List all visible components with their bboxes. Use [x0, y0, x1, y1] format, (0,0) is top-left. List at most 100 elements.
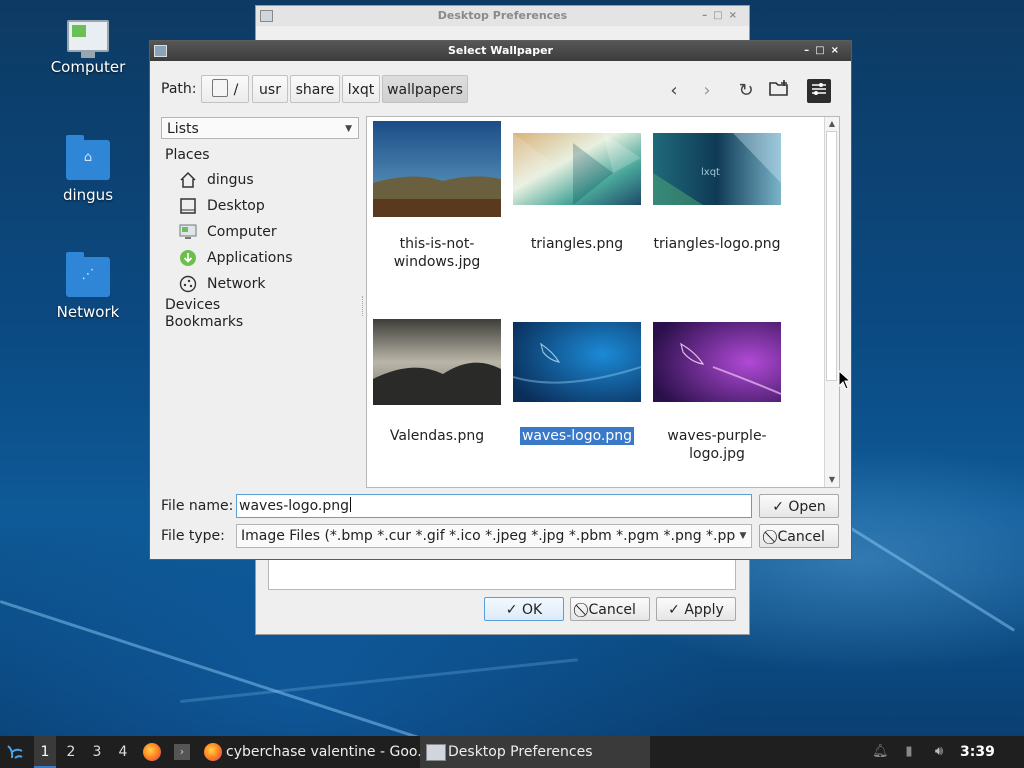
desktop-switch-4[interactable]: 4: [112, 736, 134, 768]
crumb-lxqt[interactable]: lxqt: [342, 75, 380, 103]
panel-splitter[interactable]: [362, 296, 365, 316]
sidebar-item-home[interactable]: dingus: [165, 167, 360, 193]
file-grid-scrollbar[interactable]: ▲ ▼: [824, 117, 839, 487]
window-icon: [260, 10, 273, 22]
wallpaper-thumbnail: lxqt: [653, 133, 781, 205]
terminal-icon: ›: [174, 744, 190, 760]
sidebar-item-network[interactable]: Network: [165, 271, 360, 297]
file-item[interactable]: this-is-not-windows.jpg: [367, 121, 507, 270]
window-icon: [426, 744, 446, 761]
start-menu-button[interactable]: [0, 736, 30, 768]
filetype-label: File type:: [161, 528, 225, 544]
reload-icon[interactable]: ↻: [734, 79, 758, 103]
file-item[interactable]: Valendas.png: [367, 319, 507, 444]
crumb-wallpapers[interactable]: wallpapers: [382, 75, 468, 103]
ok-button[interactable]: ✓ OK: [484, 597, 564, 621]
view-mode-value: Lists: [167, 121, 199, 137]
window-controls[interactable]: –□×: [702, 6, 743, 26]
file-item[interactable]: waves-purple-logo.jpg: [647, 322, 787, 462]
scrollbar-thumb[interactable]: [826, 131, 837, 381]
sidebar-item-label: Desktop: [207, 198, 265, 214]
file-item[interactable]: triangles.png: [507, 133, 647, 252]
desktop-background: Computer ⌂ dingus ⋰ Network Desktop Pref…: [0, 0, 1024, 736]
firefox-launcher[interactable]: [140, 736, 164, 768]
window-titlebar[interactable]: Desktop Preferences –□×: [256, 6, 749, 26]
places-heading: Places: [165, 147, 210, 163]
sidebar-item-desktop[interactable]: Desktop: [165, 193, 360, 219]
window-controls[interactable]: –□×: [804, 41, 845, 61]
apply-button[interactable]: ✓ Apply: [656, 597, 736, 621]
file-name: triangles-logo.png: [653, 236, 781, 252]
sidebar-item-computer[interactable]: Computer: [165, 219, 360, 245]
file-name: this-is-not-windows.jpg: [393, 236, 481, 270]
network-icon: [179, 275, 197, 293]
wallpaper-thumbnail: [512, 322, 642, 402]
terminal-launcher[interactable]: ›: [172, 736, 194, 768]
cancel-label: Cancel: [777, 529, 825, 545]
crumb-root[interactable]: /: [201, 75, 249, 103]
svg-text:lxqt: lxqt: [701, 167, 720, 178]
file-item[interactable]: lxqt triangles-logo.png: [647, 133, 787, 252]
task-label: Desktop Preferences: [448, 744, 593, 760]
home-folder-icon: ⌂: [66, 135, 110, 180]
sidebar-item-label: Applications: [207, 250, 293, 266]
view-options-icon[interactable]: [807, 79, 831, 103]
home-icon: [180, 171, 196, 188]
desktop-icon-computer[interactable]: Computer: [33, 20, 143, 76]
desktop-icon: [180, 198, 196, 214]
chevron-down-icon: ▼: [735, 525, 751, 547]
cancel-button[interactable]: ⃠ Cancel: [570, 597, 650, 621]
filetype-dropdown[interactable]: Image Files (*.bmp *.cur *.gif *.ico *.j…: [236, 524, 752, 548]
network-folder-icon: ⋰: [66, 252, 110, 297]
scroll-up-icon[interactable]: ▲: [825, 117, 839, 131]
open-button[interactable]: ✓ Open: [759, 494, 839, 518]
filename-input[interactable]: waves-logo.png: [236, 494, 752, 518]
dialog-titlebar[interactable]: Select Wallpaper –□×: [150, 41, 851, 61]
desktop-switch-1[interactable]: 1: [34, 736, 56, 768]
desktop-icon-label: Network: [56, 303, 120, 321]
computer-icon: [67, 20, 109, 58]
lxqt-logo-icon: [7, 745, 23, 759]
wallpaper-thumbnail: [373, 121, 501, 217]
desktop-switch-3[interactable]: 3: [86, 736, 108, 768]
devices-heading[interactable]: Devices: [165, 297, 360, 314]
task-desktop-preferences[interactable]: Desktop Preferences: [420, 736, 650, 768]
file-name: triangles.png: [530, 236, 624, 252]
scroll-down-icon[interactable]: ▼: [825, 473, 839, 487]
task-browser[interactable]: cyberchase valentine - Goo...: [198, 736, 420, 768]
clock[interactable]: 3:39: [960, 736, 995, 768]
mouse-cursor-icon: [838, 370, 850, 390]
text-caret: [350, 497, 352, 512]
forward-icon[interactable]: ›: [695, 79, 719, 103]
notification-icon[interactable]: 🔔︎: [872, 745, 889, 759]
sidebar-item-applications[interactable]: Applications: [165, 245, 360, 271]
sidebar-item-label: Computer: [207, 224, 277, 240]
desktop-switch-2[interactable]: 2: [60, 736, 82, 768]
task-label: cyberchase valentine - Goo...: [226, 744, 420, 760]
new-folder-icon[interactable]: [767, 79, 791, 103]
volume-icon[interactable]: 🔊︎: [932, 745, 946, 759]
back-icon[interactable]: ‹: [662, 79, 686, 103]
chevron-down-icon: ▼: [345, 124, 352, 134]
checkmark-icon: ✓: [772, 499, 789, 515]
desktop-icon-label: Computer: [50, 58, 126, 76]
crumb-share[interactable]: share: [290, 75, 340, 103]
crumb-usr[interactable]: usr: [252, 75, 288, 103]
wallpaper-thumbnail: [653, 322, 782, 402]
sidebar-item-label: Network: [207, 276, 266, 292]
file-grid: this-is-not-windows.jpg triangles.png lx…: [366, 116, 840, 488]
cancel-button[interactable]: ⃠ Cancel: [759, 524, 839, 548]
computer-icon: [179, 224, 197, 239]
desktop-icon-home-folder[interactable]: ⌂ dingus: [33, 135, 143, 204]
usb-icon[interactable]: ▮: [902, 745, 916, 759]
filetype-value: Image Files (*.bmp *.cur *.gif *.ico *.j…: [241, 528, 752, 544]
applications-icon: [180, 250, 196, 266]
view-mode-dropdown[interactable]: Lists ▼: [161, 117, 359, 139]
crumb-label: /: [233, 82, 239, 98]
file-item-selected[interactable]: waves-logo.png: [507, 322, 647, 445]
file-name: waves-purple-logo.jpg: [667, 428, 767, 462]
wallpaper-thumbnail: [373, 319, 501, 405]
bookmarks-heading[interactable]: Bookmarks: [165, 314, 360, 334]
firefox-icon: [143, 743, 161, 761]
desktop-icon-network[interactable]: ⋰ Network: [33, 252, 143, 321]
